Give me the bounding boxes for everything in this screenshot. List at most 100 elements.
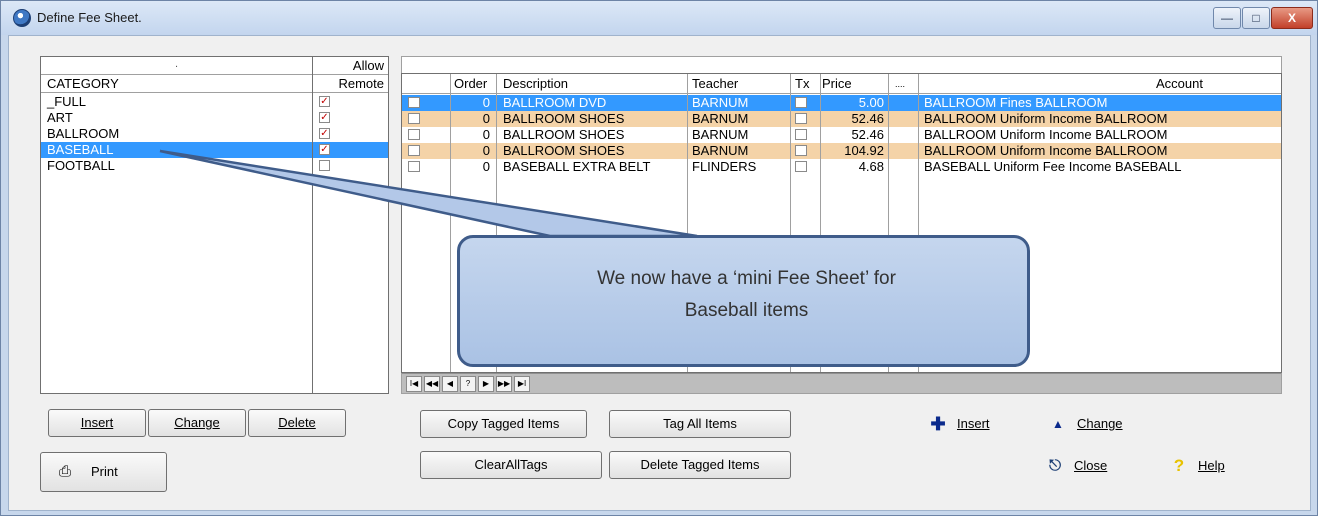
price-cell: 52.46 xyxy=(851,111,884,126)
tag-checkbox[interactable] xyxy=(408,161,420,172)
nav-button[interactable]: ? xyxy=(460,376,476,392)
question-mark-icon: ? xyxy=(1173,456,1185,475)
category-label: FOOTBALL xyxy=(47,158,115,173)
allow-remote-checkbox[interactable]: ✓ xyxy=(319,128,330,139)
category-row[interactable]: BALLROOM ✓ xyxy=(41,126,388,142)
allow-remote-checkbox[interactable]: ✓ xyxy=(319,96,330,107)
price-column-header[interactable]: Price xyxy=(822,76,852,91)
category-row[interactable]: BASEBALL ✓ xyxy=(41,142,388,158)
more-column-header[interactable]: .... xyxy=(895,79,905,89)
account-cell: BASEBALL Uniform Fee Income BASEBALL xyxy=(924,159,1182,174)
plus-icon: ✚ xyxy=(930,414,946,434)
column-divider xyxy=(450,74,451,372)
triangle-up-icon: ▲ xyxy=(1052,417,1064,431)
category-insert-button[interactable]: Insert xyxy=(48,409,146,437)
account-column-header[interactable]: Account xyxy=(1156,76,1203,91)
fee-insert-tool[interactable]: ✚ Insert xyxy=(929,414,1009,434)
callout-line-1: We now have a ‘mini Fee Sheet’ for xyxy=(597,268,896,289)
record-navigator: I◀ ◀◀ ◀? ▶ ▶▶ ▶I xyxy=(402,373,1281,393)
tag-checkbox[interactable] xyxy=(408,145,420,156)
remote-column-header[interactable]: Remote xyxy=(313,76,387,91)
tag-checkbox[interactable] xyxy=(408,113,420,124)
help-tool[interactable]: ? Help xyxy=(1170,456,1250,476)
tax-checkbox[interactable] xyxy=(795,97,807,108)
fee-row[interactable]: 0 BALLROOM SHOES BARNUM 104.92 BALLROOM Unif… xyxy=(402,143,1281,159)
title-bar: Define Fee Sheet. — □ X xyxy=(1,1,1317,35)
print-button[interactable]: ⎙ Print xyxy=(40,452,167,492)
fee-change-label: Change xyxy=(1077,416,1123,431)
help-label: Help xyxy=(1198,458,1225,473)
nav-button[interactable]: I◀ xyxy=(406,376,422,392)
close-tool[interactable]: ⎋ Close xyxy=(1046,456,1136,476)
tax-checkbox[interactable] xyxy=(795,161,807,172)
app-icon xyxy=(13,9,31,27)
allow-remote-checkbox[interactable]: ✓ xyxy=(319,144,330,155)
description-cell: BALLROOM SHOES xyxy=(503,143,625,158)
fee-change-tool[interactable]: ▲ Change xyxy=(1049,414,1139,434)
allow-remote-checkbox[interactable] xyxy=(319,160,330,171)
category-row[interactable]: _FULL ✓ xyxy=(41,94,388,110)
tag-checkbox[interactable] xyxy=(408,129,420,140)
minimize-button[interactable]: — xyxy=(1213,7,1241,29)
description-cell: BASEBALL EXTRA BELT xyxy=(503,159,651,174)
category-delete-button[interactable]: Delete xyxy=(248,409,346,437)
close-window-button[interactable]: X xyxy=(1271,7,1313,29)
category-row[interactable]: FOOTBALL xyxy=(41,158,388,174)
printer-icon: ⎙ xyxy=(59,463,72,480)
nav-button[interactable]: ◀◀ xyxy=(424,376,440,392)
maximize-button[interactable]: □ xyxy=(1242,7,1270,29)
price-cell: 104.92 xyxy=(844,143,884,158)
category-label: ART xyxy=(47,110,73,125)
category-header-dot: . xyxy=(174,58,179,70)
category-grid[interactable]: . Allow CATEGORY Remote _FULL ✓ ART ✓ BALLRO… xyxy=(40,56,389,394)
order-cell: 0 xyxy=(482,95,490,110)
account-cell: BALLROOM Uniform Income BALLROOM xyxy=(924,127,1168,142)
fee-insert-label: Insert xyxy=(957,416,990,431)
price-cell: 5.00 xyxy=(858,95,884,110)
annotation-callout: We now have a ‘mini Fee Sheet’ for Baseb… xyxy=(457,235,1030,367)
callout-line-2: Baseball items xyxy=(684,300,809,321)
order-column-header[interactable]: Order xyxy=(454,76,487,91)
account-cell: BALLROOM Fines BALLROOM xyxy=(924,95,1108,110)
fee-row[interactable]: 0 BASEBALL EXTRA BELT FLINDERS 4.68 BASEBALL… xyxy=(402,159,1281,175)
tax-checkbox[interactable] xyxy=(795,113,807,124)
tag-all-items-button[interactable]: Tag All Items xyxy=(609,410,791,438)
category-change-button[interactable]: Change xyxy=(148,409,246,437)
delete-tagged-items-button[interactable]: Delete Tagged Items xyxy=(609,451,791,479)
callout-text: We now have a ‘mini Fee Sheet’ for Baseb… xyxy=(500,263,993,327)
account-cell: BALLROOM Uniform Income BALLROOM xyxy=(924,143,1168,158)
copy-tagged-items-button[interactable]: Copy Tagged Items xyxy=(420,410,587,438)
fee-row[interactable]: 0 BALLROOM DVD BARNUM 5.00 BALLROOM Fines BA… xyxy=(402,95,1281,111)
tag-checkbox[interactable] xyxy=(408,97,420,108)
category-label: _FULL xyxy=(47,94,87,109)
exit-door-icon: ⎋ xyxy=(1049,457,1061,474)
nav-button[interactable]: ◀ xyxy=(442,376,458,392)
category-column-header[interactable]: CATEGORY xyxy=(47,76,119,91)
account-cell: BALLROOM Uniform Income BALLROOM xyxy=(924,111,1168,126)
nav-button[interactable]: ▶I xyxy=(514,376,530,392)
nav-button[interactable]: ▶ xyxy=(478,376,494,392)
nav-button[interactable]: ▶▶ xyxy=(496,376,512,392)
allow-remote-checkbox[interactable]: ✓ xyxy=(319,112,330,123)
clear-all-tags-button[interactable]: ClearAllTags xyxy=(420,451,602,479)
order-cell: 0 xyxy=(482,127,490,142)
category-header-row-2: CATEGORY Remote xyxy=(41,75,388,93)
tax-checkbox[interactable] xyxy=(795,129,807,140)
category-header-row-1: . Allow xyxy=(41,57,388,75)
window-title: Define Fee Sheet. xyxy=(37,10,142,25)
order-cell: 0 xyxy=(482,143,490,158)
close-label: Close xyxy=(1074,458,1108,473)
description-cell: BALLROOM SHOES xyxy=(503,111,625,126)
teacher-column-header[interactable]: Teacher xyxy=(692,76,738,91)
teacher-cell: FLINDERS xyxy=(692,159,757,174)
fee-row[interactable]: 0 BALLROOM SHOES BARNUM 52.46 BALLROOM Unifo… xyxy=(402,111,1281,127)
description-cell: BALLROOM DVD xyxy=(503,95,607,110)
fee-row[interactable]: 0 BALLROOM SHOES BARNUM 52.46 BALLROOM Unifo… xyxy=(402,127,1281,143)
price-cell: 52.46 xyxy=(851,127,884,142)
tx-column-header[interactable]: Tx xyxy=(795,76,809,91)
category-label: BALLROOM xyxy=(47,126,120,141)
description-column-header[interactable]: Description xyxy=(503,76,568,91)
description-cell: BALLROOM SHOES xyxy=(503,127,625,142)
category-row[interactable]: ART ✓ xyxy=(41,110,388,126)
tax-checkbox[interactable] xyxy=(795,145,807,156)
